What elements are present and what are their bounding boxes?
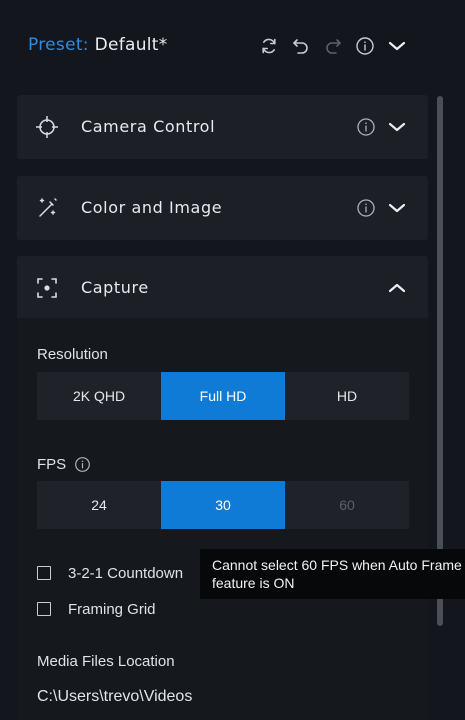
preset-value: Default*	[94, 35, 168, 55]
camera-control-panel: Camera Control	[17, 95, 428, 159]
camera-control-title: Camera Control	[81, 117, 216, 136]
preset-label: Preset:	[28, 35, 89, 55]
media-files-label: Media Files Location	[37, 653, 175, 670]
countdown-checkbox[interactable]	[37, 566, 51, 580]
camera-control-header[interactable]: Camera Control	[17, 95, 428, 159]
fps-selector: 24 30 60	[37, 481, 409, 529]
color-image-panel: Color and Image	[17, 176, 428, 240]
media-files-path[interactable]: C:\Users\trevo\Videos	[37, 688, 192, 706]
chevron-down-icon[interactable]	[387, 117, 407, 137]
info-icon[interactable]	[356, 117, 376, 137]
redo-icon[interactable]	[323, 36, 343, 56]
color-image-header[interactable]: Color and Image	[17, 176, 428, 240]
capture-frame-icon	[33, 274, 61, 302]
resolution-option-hd[interactable]: HD	[285, 372, 409, 420]
crosshair-icon	[33, 113, 61, 141]
capture-title: Capture	[81, 278, 149, 297]
framing-grid-option[interactable]: Framing Grid	[37, 599, 156, 619]
info-icon[interactable]	[356, 198, 376, 218]
tooltip-line-2: feature is ON	[212, 575, 295, 591]
undo-icon[interactable]	[291, 36, 311, 56]
framing-grid-checkbox[interactable]	[37, 602, 51, 616]
fps-option-30[interactable]: 30	[161, 481, 285, 529]
fps-info-icon[interactable]	[74, 456, 91, 473]
fps-label: FPS	[37, 456, 67, 473]
resolution-selector: 2K QHD Full HD HD	[37, 372, 409, 420]
resolution-option-2k-qhd[interactable]: 2K QHD	[37, 372, 161, 420]
chevron-up-icon[interactable]	[387, 278, 407, 298]
tooltip-line-1: Cannot select 60 FPS when Auto Frame	[212, 557, 462, 573]
countdown-option[interactable]: 3-2-1 Countdown	[37, 563, 183, 583]
chevron-down-icon[interactable]	[387, 36, 407, 56]
fps-option-60[interactable]: 60	[285, 481, 409, 529]
sync-icon[interactable]	[259, 36, 279, 56]
chevron-down-icon[interactable]	[387, 198, 407, 218]
capture-panel: Capture	[17, 256, 428, 320]
fps-option-24[interactable]: 24	[37, 481, 161, 529]
resolution-option-full-hd[interactable]: Full HD	[161, 372, 285, 420]
info-icon[interactable]	[355, 36, 375, 56]
color-image-title: Color and Image	[81, 198, 223, 217]
countdown-label: 3-2-1 Countdown	[68, 564, 184, 582]
capture-header[interactable]: Capture	[17, 256, 428, 320]
resolution-label: Resolution	[37, 346, 108, 363]
fps-tooltip: Cannot select 60 FPS when Auto Frame fea…	[200, 549, 465, 599]
scrollbar[interactable]	[437, 96, 443, 626]
magic-wand-icon	[33, 194, 61, 222]
preset-selector[interactable]: Preset: Default*	[28, 35, 168, 55]
framing-grid-label: Framing Grid	[68, 600, 156, 618]
header: Preset: Default*	[0, 0, 465, 92]
